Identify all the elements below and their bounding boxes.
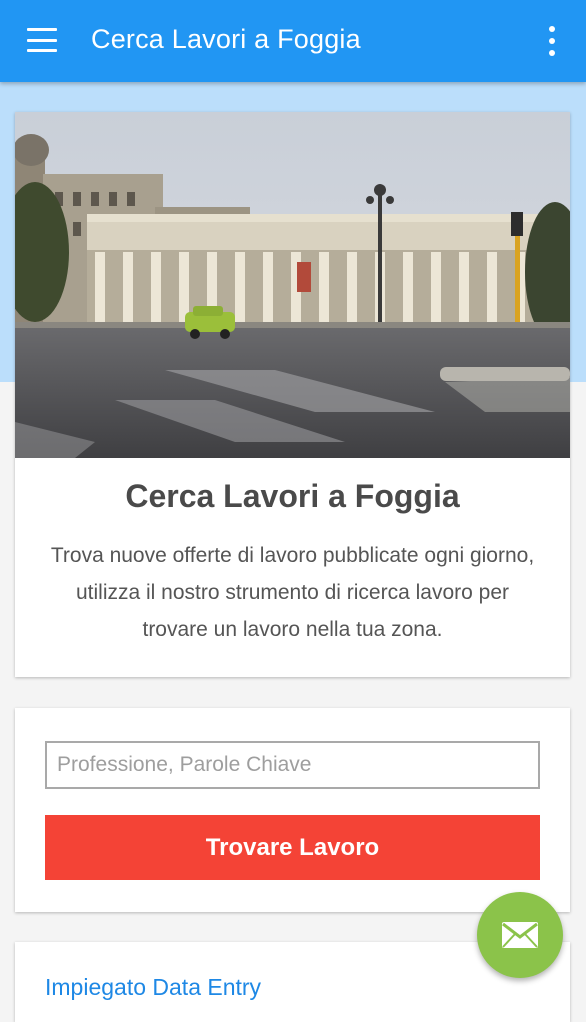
app-bar: Cerca Lavori a Foggia xyxy=(0,0,586,82)
job-link[interactable]: Impiegato Data Entry xyxy=(45,974,261,1001)
app-title: Cerca Lavori a Foggia xyxy=(91,24,361,54)
envelope-icon xyxy=(502,922,538,948)
more-vertical-icon[interactable] xyxy=(542,26,562,56)
search-input[interactable] xyxy=(45,741,540,789)
search-card: Trovare Lavoro xyxy=(15,708,570,912)
hero-photo xyxy=(15,112,570,458)
contact-fab-button[interactable] xyxy=(477,892,563,978)
hero-card: Cerca Lavori a Foggia Trova nuove offert… xyxy=(15,112,570,677)
hamburger-menu-icon[interactable] xyxy=(27,28,57,52)
hero-description: Trova nuove offerte di lavoro pubblicate… xyxy=(50,544,535,641)
hero-title: Cerca Lavori a Foggia xyxy=(125,478,460,514)
search-button[interactable]: Trovare Lavoro xyxy=(45,815,540,880)
